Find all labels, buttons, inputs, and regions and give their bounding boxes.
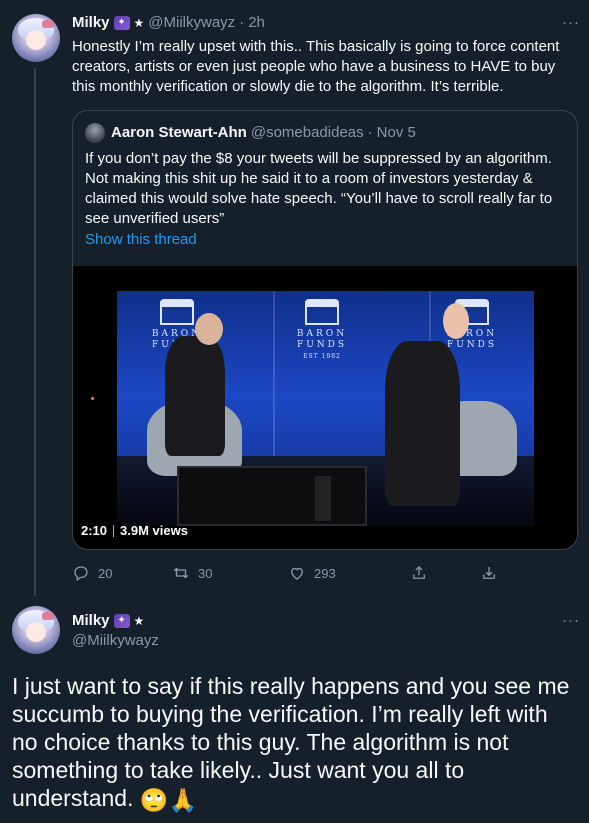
quoted-author-name: Aaron Stewart-Ahn [111,124,247,141]
show-thread-link[interactable]: Show this thread [85,231,197,248]
like-button[interactable]: 293 [288,562,410,584]
quoted-text: If you don’t pay the $8 your tweets will… [85,150,553,227]
quoted-tweet[interactable]: Aaron Stewart-Ahn @somebadideas · Nov 5 … [72,110,578,550]
video-duration: 2:10 [81,523,108,538]
quoted-time: Nov 5 [376,124,416,141]
reply-icon [74,566,88,582]
reply-button[interactable]: 20 [72,562,172,584]
retweet-icon [173,567,189,579]
video-frame: BARON FUNDS BARON FUNDS EST 1982 BARON F… [117,291,534,526]
author-handle[interactable]: @Miilkywayz [148,14,235,31]
author-name[interactable]: Milky [72,14,110,31]
tweet-header: Milky ✦ ★ @Miilkywayz · 2h [72,14,265,31]
galaxy-emoji-icon: ✦ [113,613,130,628]
author-name[interactable]: Milky [72,612,110,629]
tweet-text: Honestly I’m really upset with this.. Th… [72,38,560,95]
author-handle[interactable]: @Miilkywayz [72,632,159,649]
like-count: 293 [314,565,336,581]
reply-count: 20 [98,565,113,581]
video-player[interactable]: BARON FUNDS BARON FUNDS EST 1982 BARON F… [73,266,577,549]
video-views: 3.9M views [120,523,188,538]
heart-icon [291,567,303,580]
stray-dot [91,397,94,400]
download-icon [483,567,495,579]
more-options-icon[interactable]: ··· [562,612,580,629]
retweet-button[interactable]: 30 [172,562,288,584]
thread-connector-line [34,68,36,596]
eye-roll-pray-emoji-icon: 🙄🙏 [139,786,198,813]
quoted-avatar [85,123,105,143]
logo: BARON FUNDS EST 1982 [287,299,357,362]
more-options-icon[interactable]: ··· [562,14,580,31]
share-button[interactable] [410,562,480,584]
quoted-author-handle: @somebadideas [250,124,364,141]
main-tweet-text: I just want to say if this really happen… [12,672,578,814]
star-icon: ★ [133,15,145,30]
share-icon [413,566,425,579]
avatar[interactable] [12,14,60,62]
retweet-count: 30 [198,565,213,581]
download-button[interactable] [480,562,498,584]
galaxy-emoji-icon: ✦ [113,15,130,30]
video-info: 2:10 3.9M views [81,523,188,538]
star-icon: ★ [133,613,145,628]
quoted-header: Aaron Stewart-Ahn @somebadideas · Nov 5 [111,124,416,141]
avatar[interactable] [12,606,60,654]
tweet-actions: 20 30 293 [72,562,502,584]
tweet-header: Milky ✦ ★ [72,612,144,629]
tweet-time[interactable]: 2h [248,14,265,31]
main-tweet-body: I just want to say if this really happen… [12,673,570,811]
